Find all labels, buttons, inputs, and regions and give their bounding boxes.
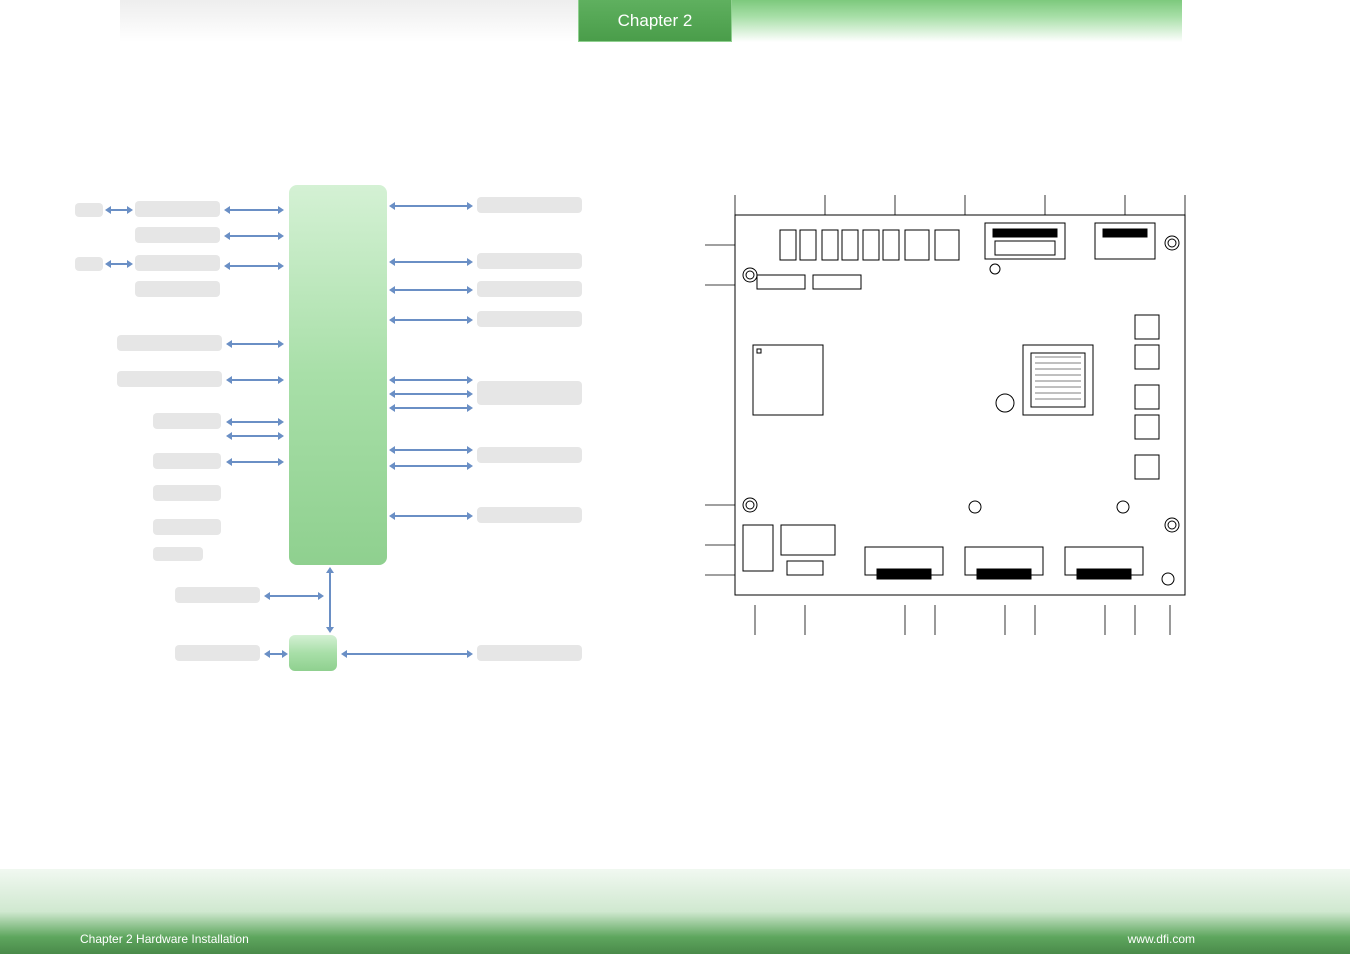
- top-connectors: [780, 223, 1155, 260]
- arrow: [395, 261, 467, 263]
- block-otg: [153, 547, 203, 561]
- arrow: [395, 205, 467, 207]
- arrow: [230, 265, 278, 267]
- block-m2e: [477, 253, 582, 269]
- footer-chapter-label: Chapter 2 Hardware Installation: [80, 932, 249, 946]
- mounting-holes: [743, 236, 1179, 532]
- soc-chip: [1023, 345, 1093, 415]
- block-emmc: [477, 447, 582, 463]
- arrow: [232, 435, 278, 437]
- block-eth1: [117, 335, 222, 351]
- arrow: [230, 235, 278, 237]
- arrow: [270, 653, 282, 655]
- right-edge-connectors: [1135, 315, 1159, 479]
- arrow: [232, 461, 278, 463]
- arrow: [395, 319, 467, 321]
- arrow: [347, 653, 467, 655]
- block-eth2: [117, 371, 222, 387]
- arrow: [395, 393, 467, 395]
- arrow: [270, 595, 318, 597]
- chapter-tab: Chapter 2: [578, 0, 732, 42]
- block-edp: [135, 227, 220, 243]
- block-debug: [175, 645, 260, 661]
- arrow: [395, 379, 467, 381]
- bottom-left-connectors: [743, 525, 835, 575]
- block-dp: [135, 281, 220, 297]
- board-svg: [695, 185, 1205, 665]
- block-usb3: [153, 519, 221, 535]
- block-ddr: [135, 201, 220, 217]
- footer-band: Chapter 2 Hardware Installation www.dfi.…: [0, 869, 1350, 954]
- pmic-block: [289, 635, 337, 671]
- board-layout-figure: [695, 185, 1205, 665]
- block-usbhub: [153, 413, 221, 429]
- arrow: [111, 209, 127, 211]
- arrow: [395, 289, 467, 291]
- block-diagram: [75, 185, 635, 705]
- header-bar: Chapter 2: [0, 0, 1350, 42]
- arrow: [395, 515, 467, 517]
- footer-url: www.dfi.com: [1128, 932, 1195, 946]
- block-sd: [477, 381, 582, 405]
- block-sata: [477, 311, 582, 327]
- arrow: [232, 379, 278, 381]
- block-hdmi-conn: [75, 257, 103, 271]
- header-gradient-right: [732, 0, 1182, 42]
- block-audio: [477, 507, 582, 523]
- arrow: [329, 573, 331, 627]
- block-pcie: [477, 281, 582, 297]
- block-spiflash: [175, 587, 260, 603]
- bottom-rj-connectors: [865, 547, 1143, 579]
- page-content: [75, 100, 1275, 854]
- block-usb2a: [153, 453, 221, 469]
- arrow: [111, 263, 127, 265]
- arrow: [395, 449, 467, 451]
- soc-block: [289, 185, 387, 565]
- arrow: [230, 209, 278, 211]
- block-lpddr4: [477, 197, 582, 213]
- header-gradient-left: [120, 0, 578, 42]
- arrow: [232, 421, 278, 423]
- arrow: [232, 343, 278, 345]
- block-ddr-conn: [75, 203, 103, 217]
- block-clock: [477, 645, 582, 661]
- block-usb2b: [153, 485, 221, 501]
- chapter-label: Chapter 2: [618, 11, 693, 31]
- block-hdmi: [135, 255, 220, 271]
- arrow: [395, 407, 467, 409]
- arrow: [395, 465, 467, 467]
